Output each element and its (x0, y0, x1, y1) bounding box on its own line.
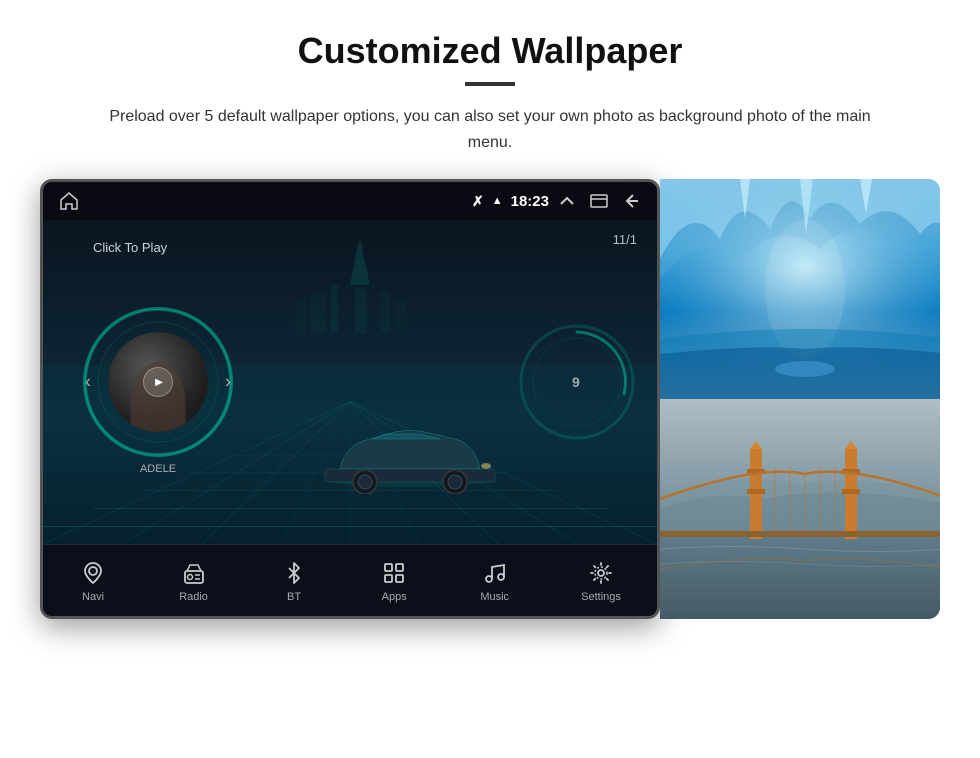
date-display: 11/1 (613, 232, 637, 247)
nav-icons (557, 191, 641, 211)
time-display: 18:23 (511, 193, 549, 210)
car-image (310, 404, 510, 499)
play-icon: ▶ (155, 377, 163, 388)
page-description: Preload over 5 default wallpaper options… (90, 104, 890, 155)
nav-item-radio[interactable]: Radio (179, 559, 208, 603)
apps-label: Apps (382, 591, 407, 603)
window-icon[interactable] (589, 191, 609, 211)
up-chevron-icon[interactable] (557, 191, 577, 211)
device-mockup: ✗ ▲ 18:23 (40, 179, 660, 619)
status-bar: ✗ ▲ 18:23 (43, 182, 657, 220)
signal-icon: ▲ (492, 195, 503, 207)
main-screen: Click To Play 11/1 (43, 220, 657, 544)
next-button[interactable]: › (225, 372, 231, 393)
status-right: ✗ ▲ 18:23 (472, 191, 641, 211)
bluetooth-icon: ✗ (472, 193, 484, 210)
bt-nav-icon (280, 559, 308, 587)
navi-icon (79, 559, 107, 587)
settings-icon (587, 559, 615, 587)
bt-label: BT (287, 591, 301, 603)
thumbnails-column (660, 179, 940, 619)
status-left (59, 191, 79, 211)
click-to-play-text: Click To Play (93, 240, 167, 255)
home-icon (59, 191, 79, 211)
nav-item-bt[interactable]: BT (280, 559, 308, 603)
svg-text:9: 9 (572, 374, 580, 390)
bottom-nav: Navi Radio (43, 544, 657, 616)
play-button[interactable]: ▶ (143, 367, 173, 397)
nav-item-settings[interactable]: Settings (581, 559, 621, 603)
music-album-art[interactable]: ▶ (108, 332, 208, 432)
nav-item-apps[interactable]: Apps (380, 559, 408, 603)
navi-label: Navi (82, 591, 104, 603)
title-divider (465, 82, 515, 86)
artist-label: ADELE (140, 463, 176, 475)
content-row: ✗ ▲ 18:23 (40, 179, 940, 619)
radio-icon (180, 559, 208, 587)
music-label: Music (480, 591, 509, 603)
music-icon (481, 559, 509, 587)
nav-item-music[interactable]: Music (480, 559, 509, 603)
thumbnail-ice-cave[interactable] (660, 179, 940, 399)
apps-icon (380, 559, 408, 587)
back-icon[interactable] (621, 191, 641, 211)
nav-item-navi[interactable]: Navi (79, 559, 107, 603)
thumbnail-golden-gate[interactable] (660, 399, 940, 619)
settings-label: Settings (581, 591, 621, 603)
radio-label: Radio (179, 591, 208, 603)
speedometer: 9 (517, 322, 637, 442)
page-container: Customized Wallpaper Preload over 5 defa… (0, 0, 980, 758)
prev-button[interactable]: ‹ (85, 372, 91, 393)
music-player[interactable]: ▶ ‹ › ADELE (83, 307, 233, 457)
page-title: Customized Wallpaper (298, 30, 683, 72)
play-button-overlay[interactable]: ▶ (108, 332, 208, 432)
